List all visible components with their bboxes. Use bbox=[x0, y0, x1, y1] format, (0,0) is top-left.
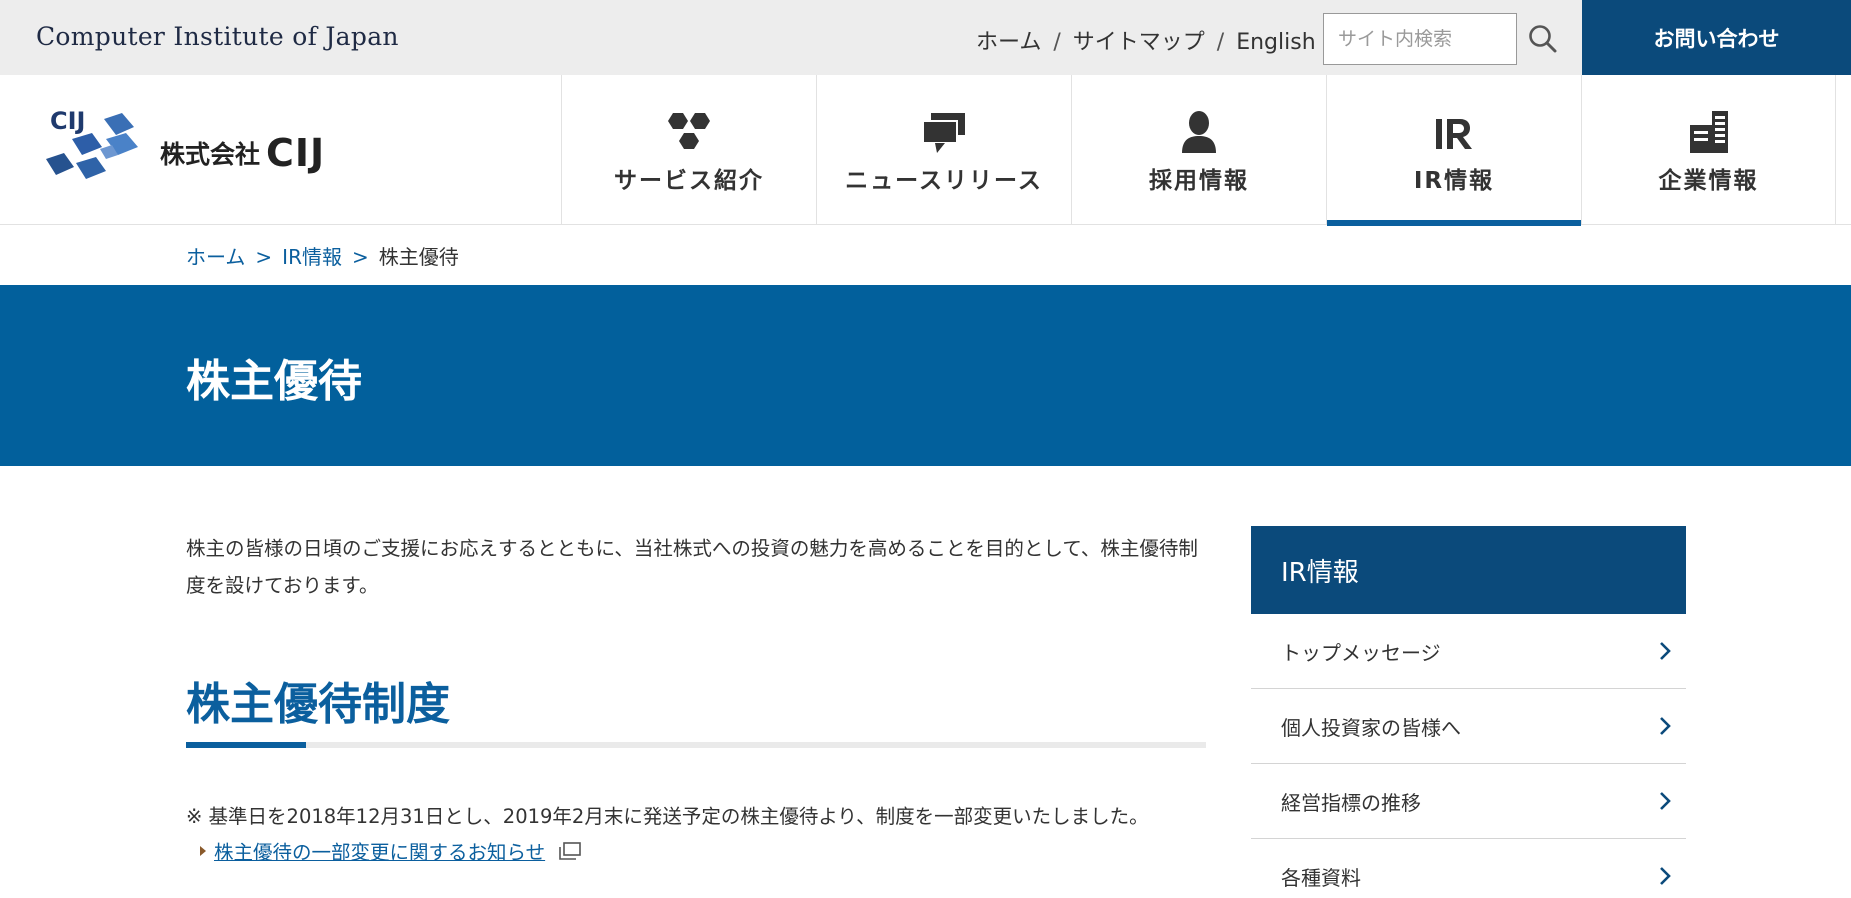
sidebar-item-documents[interactable]: 各種資料 bbox=[1251, 839, 1686, 898]
hexagons-icon bbox=[659, 109, 719, 155]
breadcrumb-ir-link[interactable]: IR情報 bbox=[282, 245, 342, 269]
sitemap-link[interactable]: サイトマップ bbox=[1073, 30, 1205, 55]
chevron-right-icon bbox=[1660, 867, 1671, 885]
nav-label: 企業情報 bbox=[1658, 168, 1759, 194]
nav-item-company[interactable]: 企業情報 bbox=[1581, 75, 1836, 225]
home-link[interactable]: ホーム bbox=[976, 30, 1041, 55]
building-icon bbox=[1679, 109, 1739, 155]
logo-mark-text: CIJ bbox=[50, 107, 85, 135]
site-header: CIJ 株式会社 CIJ サービス紹介 ニュースリリース 採用情報 IR情報 企… bbox=[0, 75, 1851, 226]
sidebar-item-label: 各種資料 bbox=[1281, 865, 1361, 890]
search-button[interactable] bbox=[1524, 20, 1564, 60]
cij-logo-mark-icon: CIJ bbox=[46, 107, 138, 179]
breadcrumb: ホーム > IR情報 > 株主優待 bbox=[186, 241, 459, 270]
nav-label: サービス紹介 bbox=[614, 168, 764, 194]
sidebar-item-indicators[interactable]: 経営指標の推移 bbox=[1251, 764, 1686, 839]
notice-link[interactable]: 株主優待の一部変更に関するお知らせ bbox=[200, 836, 581, 865]
sidebar-title: IR情報 bbox=[1251, 526, 1686, 614]
search-icon bbox=[1529, 25, 1557, 53]
chevron-right-icon bbox=[1660, 717, 1671, 735]
nav-item-news[interactable]: ニュースリリース bbox=[816, 75, 1071, 225]
breadcrumb-separator: > bbox=[351, 245, 369, 269]
sidebar-item-top-message[interactable]: トップメッセージ bbox=[1251, 614, 1686, 689]
nav-label: IR情報 bbox=[1413, 168, 1495, 194]
section-divider-accent bbox=[186, 742, 306, 748]
notice-text: ※ 基準日を2018年12月31日とし、2019年2月末に発送予定の株主優待より… bbox=[186, 805, 1149, 828]
chevron-right-icon bbox=[1660, 642, 1671, 660]
main-nav: サービス紹介 ニュースリリース 採用情報 IR情報 企業情報 bbox=[561, 75, 1836, 226]
page-title: 株主優待 bbox=[186, 356, 362, 407]
breadcrumb-current: 株主優待 bbox=[378, 245, 459, 269]
nav-item-services[interactable]: サービス紹介 bbox=[561, 75, 816, 225]
company-prefix: 株式会社 bbox=[160, 140, 261, 169]
company-short-name: CIJ bbox=[266, 131, 326, 175]
section-divider bbox=[186, 742, 1206, 748]
sidebar-item-label: 個人投資家の皆様へ bbox=[1281, 715, 1461, 740]
breadcrumb-separator: > bbox=[255, 245, 273, 269]
page-hero: 株主優待 bbox=[0, 285, 1851, 466]
link-separator: / bbox=[1053, 30, 1061, 55]
external-window-icon bbox=[559, 841, 581, 860]
nav-label: 採用情報 bbox=[1149, 168, 1249, 194]
sidebar-item-label: 経営指標の推移 bbox=[1281, 790, 1421, 815]
sidebar-item-label: トップメッセージ bbox=[1281, 640, 1441, 665]
utility-links: ホーム / サイトマップ / English bbox=[976, 24, 1316, 56]
site-search-input[interactable] bbox=[1323, 13, 1517, 65]
link-arrow-icon bbox=[200, 845, 206, 856]
notice-link-label: 株主優待の一部変更に関するお知らせ bbox=[214, 841, 546, 864]
company-logo[interactable]: CIJ 株式会社 CIJ bbox=[42, 105, 362, 195]
link-separator: / bbox=[1216, 30, 1225, 55]
nav-label: ニュースリリース bbox=[845, 168, 1043, 194]
chevron-right-icon bbox=[1660, 792, 1671, 810]
breadcrumb-home-link[interactable]: ホーム bbox=[186, 245, 245, 269]
sidebar-item-individual-investors[interactable]: 個人投資家の皆様へ bbox=[1251, 689, 1686, 764]
company-name: 株式会社 CIJ bbox=[160, 131, 325, 175]
ir-icon bbox=[1424, 109, 1484, 155]
corporate-name: Computer Institute of Japan bbox=[36, 22, 399, 51]
nav-item-recruit[interactable]: 採用情報 bbox=[1071, 75, 1326, 225]
intro-text: 株主の皆様の日頃のご支援にお応えするとともに、当社株式への投資の魅力を高めること… bbox=[186, 537, 1198, 597]
nav-item-ir[interactable]: IR情報 bbox=[1326, 75, 1581, 226]
section-title: 株主優待制度 bbox=[186, 679, 450, 730]
english-link[interactable]: English bbox=[1236, 30, 1315, 55]
speech-bubbles-icon bbox=[914, 109, 974, 155]
contact-button[interactable]: お問い合わせ bbox=[1582, 0, 1851, 75]
ir-sidebar: IR情報 トップメッセージ 個人投資家の皆様へ 経営指標の推移 各種資料 bbox=[1251, 526, 1686, 898]
person-icon bbox=[1169, 109, 1229, 155]
utility-bar: Computer Institute of Japan ホーム / サイトマップ / E… bbox=[0, 0, 1851, 75]
